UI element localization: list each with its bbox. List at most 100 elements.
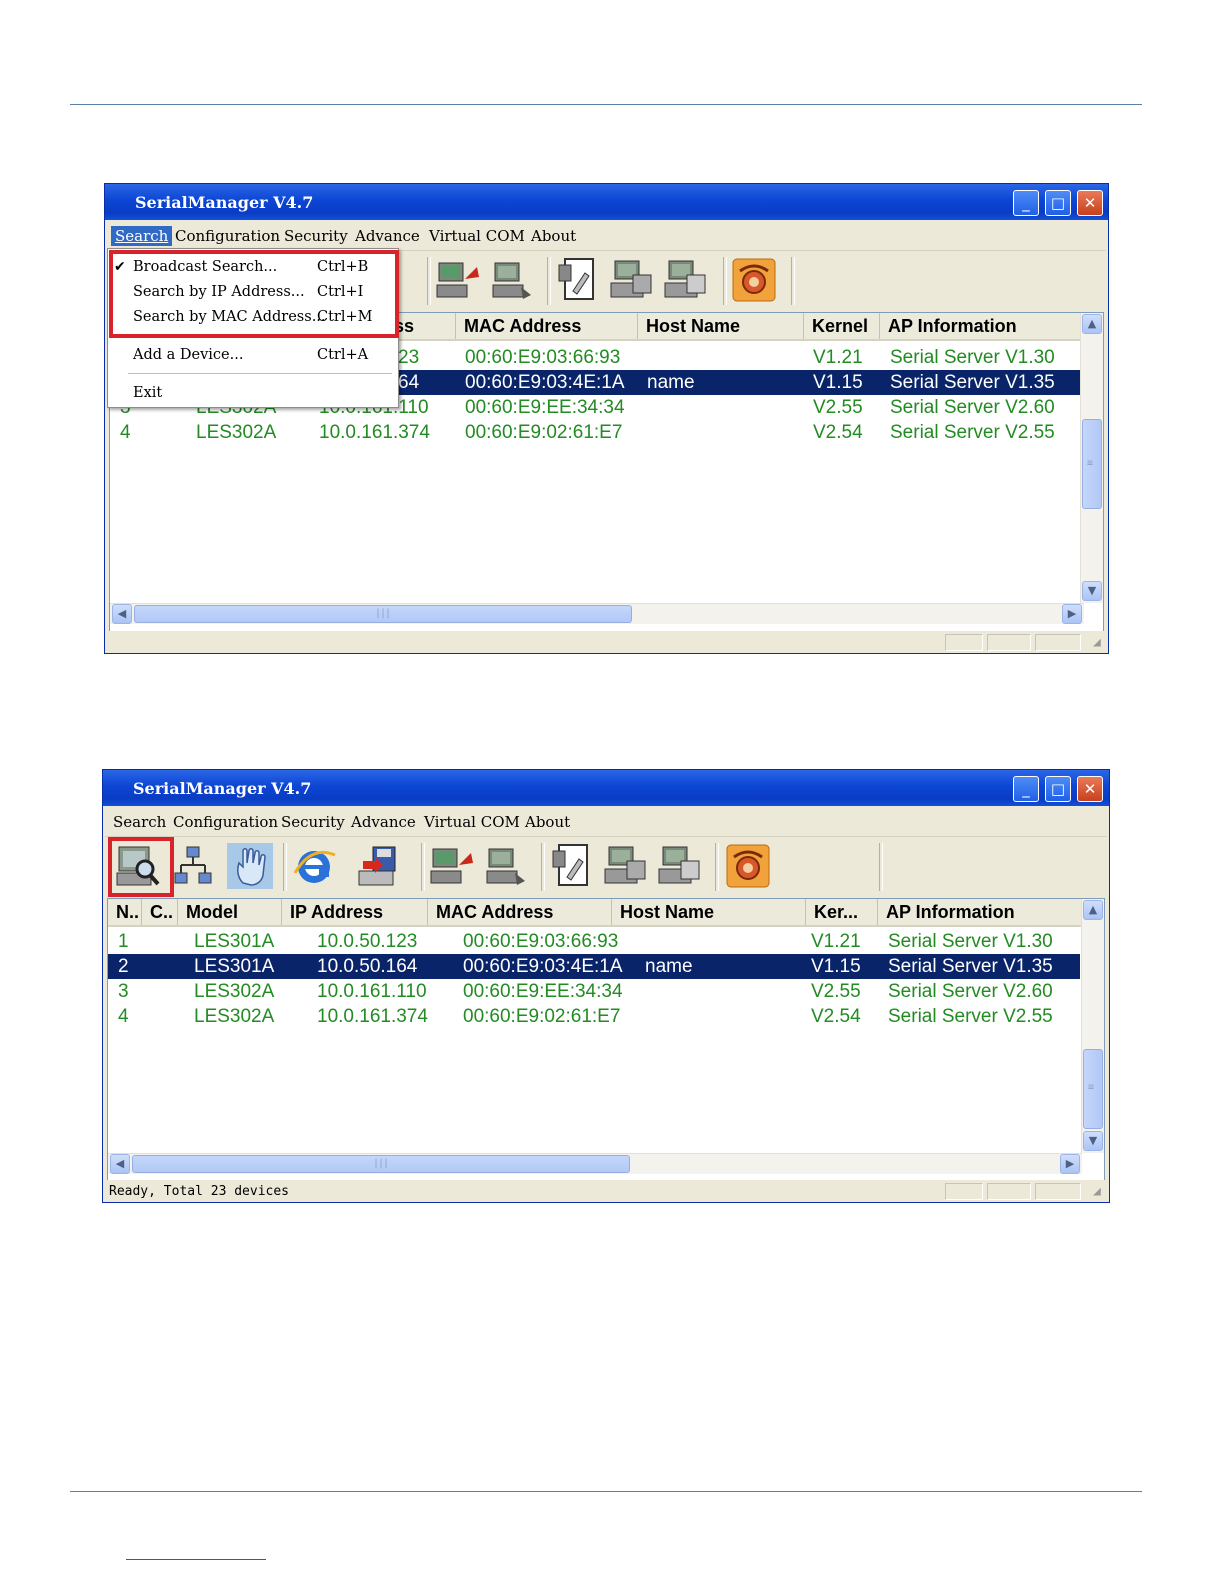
column-ap-information[interactable]: AP Information	[880, 313, 1088, 339]
maximize-button[interactable]: □	[1045, 190, 1071, 216]
cell-mac: 00:60:E9:EE:34:34	[465, 397, 625, 418]
menu-advance[interactable]: Advance	[347, 812, 420, 832]
vertical-scroll-thumb[interactable]: ≡	[1083, 1049, 1103, 1129]
vertical-scroll-thumb[interactable]: ≡	[1082, 419, 1102, 509]
scroll-left-icon[interactable]: ◀	[112, 604, 132, 624]
toolbar-separator	[421, 843, 425, 891]
status-panel	[945, 1183, 983, 1200]
highlight-box-search-options	[109, 250, 399, 338]
serialmanager-window-top: SerialManager V4.7 _ □ ✕ Search Configur…	[104, 183, 1109, 654]
column-host-name[interactable]: Host Name	[638, 313, 804, 339]
reboot-icon[interactable]	[429, 843, 475, 889]
toolbar	[105, 837, 1107, 897]
telephone-icon[interactable]	[725, 843, 771, 889]
cell-model: LES301A	[194, 931, 275, 952]
menu-virtual-com[interactable]: Virtual COM	[420, 812, 524, 832]
menu-about[interactable]: About	[527, 226, 580, 246]
export-config-icon[interactable]	[603, 843, 649, 889]
table-row[interactable]: 4 LES302A 10.0.161.374 00:60:E9:02:61:E7…	[110, 420, 1082, 445]
cell-mac: 00:60:E9:02:61:E7	[463, 1006, 621, 1027]
scroll-up-icon[interactable]: ▲	[1082, 314, 1102, 334]
table-row[interactable]: 3 LES302A 10.0.161.110 00:60:E9:EE:34:34…	[108, 979, 1080, 1004]
column-host-name[interactable]: Host Name	[612, 899, 806, 925]
cell-ap: Serial Server V2.55	[890, 422, 1055, 443]
toolbar-separator	[791, 257, 795, 305]
cell-ap: Serial Server V1.30	[888, 931, 1053, 952]
cell-ap: Serial Server V1.35	[888, 956, 1053, 977]
menu-bar: Search Configuration Security Advance Vi…	[105, 808, 1107, 837]
resize-grip-icon[interactable]: ◢	[1093, 635, 1101, 650]
cell-model: LES302A	[196, 422, 277, 443]
serialmanager-window-bottom: SerialManager V4.7 _ □ ✕ Search Configur…	[102, 769, 1110, 1203]
vertical-scrollbar[interactable]: ▲ ≡ ▼	[1080, 313, 1103, 603]
reset-icon[interactable]	[483, 843, 529, 889]
menu-security[interactable]: Security	[280, 226, 352, 246]
column-model[interactable]: Model	[178, 899, 282, 925]
status-panel	[1035, 1183, 1081, 1200]
minimize-button[interactable]: _	[1013, 776, 1039, 802]
menu-search[interactable]: Search	[111, 226, 173, 246]
close-button[interactable]: ✕	[1077, 776, 1103, 802]
import-config-icon[interactable]	[657, 843, 703, 889]
vertical-scrollbar[interactable]: ▲ ≡ ▼	[1081, 899, 1104, 1153]
menu-configuration[interactable]: Configuration	[169, 812, 282, 832]
cell-ip: 10.0.161.374	[319, 422, 430, 443]
configure-icon[interactable]	[549, 843, 595, 889]
menu-configuration[interactable]: Configuration	[171, 226, 284, 246]
horizontal-scroll-thumb[interactable]: |||	[132, 1155, 630, 1173]
toolbar-separator	[879, 843, 883, 891]
horizontal-scrollbar[interactable]: ◀ ||| ▶	[108, 1153, 1082, 1174]
column-ap-information[interactable]: AP Information	[878, 899, 1086, 925]
cell-ip: 10.0.50.123	[317, 931, 418, 952]
menu-item-exit[interactable]: Exit	[108, 381, 398, 405]
cell-number: 3	[118, 981, 129, 1002]
horizontal-scroll-thumb[interactable]: |||	[134, 605, 632, 623]
export-config-icon[interactable]	[609, 257, 655, 303]
scroll-left-icon[interactable]: ◀	[110, 1154, 130, 1174]
telephone-icon[interactable]	[731, 257, 777, 303]
menu-security[interactable]: Security	[277, 812, 349, 832]
hand-pointer-icon[interactable]	[227, 843, 273, 889]
cell-kernel: V1.21	[811, 931, 861, 952]
scroll-up-icon[interactable]: ▲	[1083, 900, 1103, 920]
minimize-button[interactable]: _	[1013, 190, 1039, 216]
column-mac-address[interactable]: MAC Address	[428, 899, 612, 925]
title-bar[interactable]: SerialManager V4.7 _ □ ✕	[105, 184, 1108, 220]
toolbar-separator	[283, 843, 287, 891]
table-row-selected[interactable]: 2 LES301A 10.0.50.164 00:60:E9:03:4E:1A …	[108, 954, 1080, 979]
header-rule	[70, 104, 1142, 105]
column-number[interactable]: N..	[108, 899, 142, 925]
cell-ip: 10.0.161.110	[317, 981, 427, 1002]
column-ip-address[interactable]: IP Address	[282, 899, 428, 925]
web-browser-icon[interactable]	[291, 843, 337, 889]
menu-virtual-com[interactable]: Virtual COM	[425, 226, 529, 246]
scroll-down-icon[interactable]: ▼	[1082, 581, 1102, 601]
menu-item-add-device[interactable]: Add a Device... Ctrl+A	[108, 343, 398, 367]
title-bar[interactable]: SerialManager V4.7 _ □ ✕	[103, 770, 1109, 806]
scroll-right-icon[interactable]: ▶	[1062, 604, 1082, 624]
column-mac-address[interactable]: MAC Address	[456, 313, 638, 339]
list-header: N.. C.. Model IP Address MAC Address Hos…	[108, 899, 1086, 927]
horizontal-scrollbar[interactable]: ◀ ||| ▶	[110, 603, 1084, 624]
column-kernel[interactable]: Ker...	[806, 899, 878, 925]
device-list: N.. C.. Model IP Address MAC Address Hos…	[107, 898, 1105, 1182]
menu-search[interactable]: Search	[109, 812, 170, 832]
import-config-icon[interactable]	[663, 257, 709, 303]
reboot-icon[interactable]	[435, 257, 481, 303]
column-c[interactable]: C..	[142, 899, 178, 925]
configure-icon[interactable]	[555, 257, 601, 303]
maximize-button[interactable]: □	[1045, 776, 1071, 802]
column-kernel[interactable]: Kernel	[804, 313, 880, 339]
scroll-right-icon[interactable]: ▶	[1060, 1154, 1080, 1174]
scroll-down-icon[interactable]: ▼	[1083, 1131, 1103, 1151]
reset-icon[interactable]	[489, 257, 535, 303]
table-row[interactable]: 1 LES301A 10.0.50.123 00:60:E9:03:66:93 …	[108, 929, 1080, 954]
close-button[interactable]: ✕	[1077, 190, 1103, 216]
menu-advance[interactable]: Advance	[351, 226, 424, 246]
firmware-upgrade-icon[interactable]	[355, 843, 401, 889]
status-bar: Ready, Total 23 devices ◢	[105, 1180, 1107, 1202]
resize-grip-icon[interactable]: ◢	[1093, 1184, 1101, 1199]
table-row[interactable]: 4 LES302A 10.0.161.374 00:60:E9:02:61:E7…	[108, 1004, 1080, 1029]
menu-about[interactable]: About	[521, 812, 574, 832]
network-icon[interactable]	[171, 843, 217, 889]
